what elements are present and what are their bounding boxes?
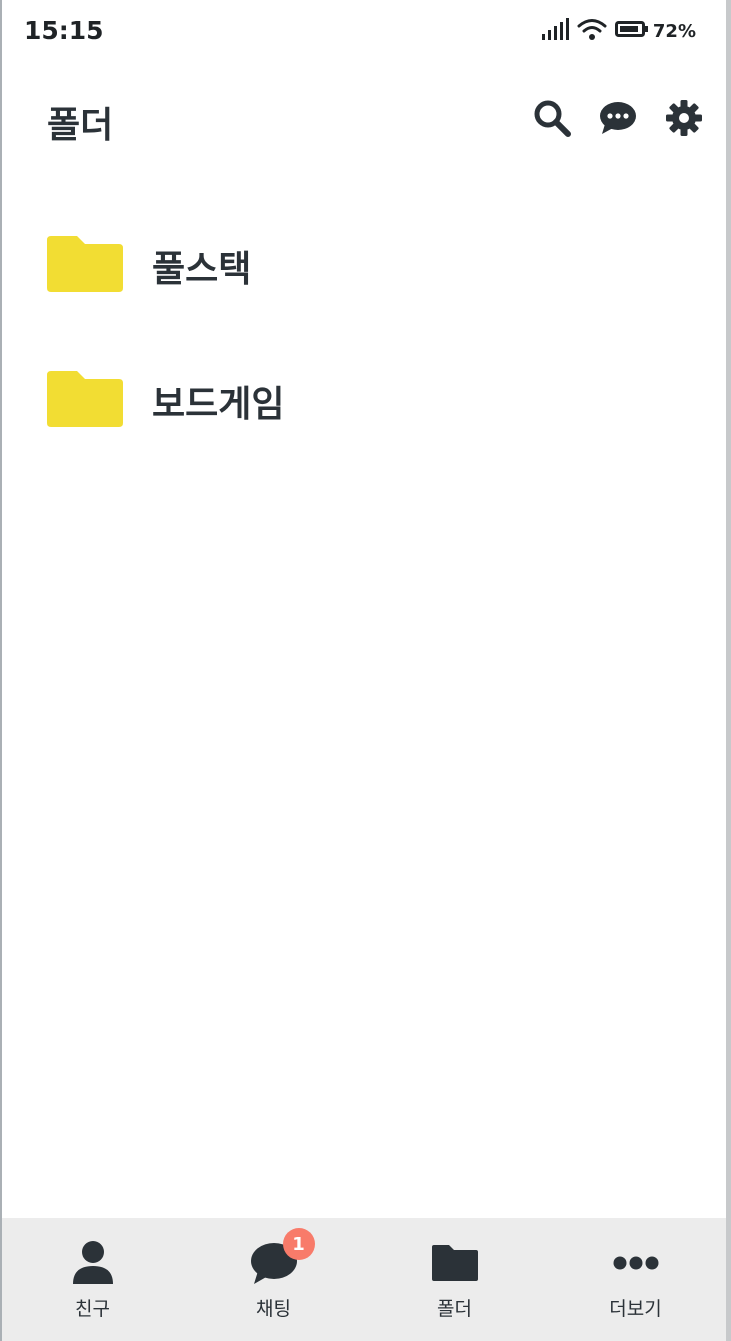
person-icon <box>68 1238 118 1288</box>
nav-label-chat: 채팅 <box>256 1298 291 1320</box>
folder-icon <box>47 234 125 294</box>
screen-edge <box>726 0 731 1341</box>
nav-label-friends: 친구 <box>75 1298 110 1320</box>
folder-item[interactable]: 보드게임 <box>2 335 726 470</box>
wifi-icon <box>577 17 607 45</box>
status-icons: 72% <box>541 17 696 45</box>
phone-screen: 15:15 72% 폴더 풀스택 보드게임 친구 1 채팅 폴더 더보기 <box>0 0 726 1341</box>
folder-name: 보드게임 <box>152 384 285 425</box>
folder-item[interactable]: 풀스택 <box>2 200 726 335</box>
chat-bubble-icon[interactable] <box>598 98 638 138</box>
nav-label-folder: 폴더 <box>437 1298 472 1320</box>
status-time: 15:15 <box>24 16 104 45</box>
nav-item-folder[interactable]: 폴더 <box>364 1218 545 1341</box>
folder-list: 풀스택 보드게임 <box>2 200 726 470</box>
folder-name: 풀스택 <box>152 249 252 290</box>
bottom-nav: 친구 1 채팅 폴더 더보기 <box>2 1218 726 1341</box>
page-title: 폴더 <box>47 105 114 146</box>
unread-badge: 1 <box>282 1228 315 1260</box>
app-header: 폴더 <box>2 80 726 160</box>
battery-icon <box>614 19 649 43</box>
nav-item-chat[interactable]: 1 채팅 <box>183 1218 364 1341</box>
battery-percent: 72% <box>652 20 696 42</box>
status-bar: 15:15 72% <box>2 0 726 64</box>
gear-icon[interactable] <box>664 98 704 138</box>
folder-icon <box>430 1238 480 1288</box>
nav-item-more[interactable]: 더보기 <box>545 1218 726 1341</box>
search-icon[interactable] <box>532 98 572 138</box>
nav-label-more: 더보기 <box>609 1298 662 1320</box>
more-dots-icon <box>611 1238 661 1288</box>
folder-icon <box>47 369 125 429</box>
nav-item-friends[interactable]: 친구 <box>2 1218 183 1341</box>
signal-icon <box>541 17 569 45</box>
chat-icon: 1 <box>249 1228 315 1288</box>
